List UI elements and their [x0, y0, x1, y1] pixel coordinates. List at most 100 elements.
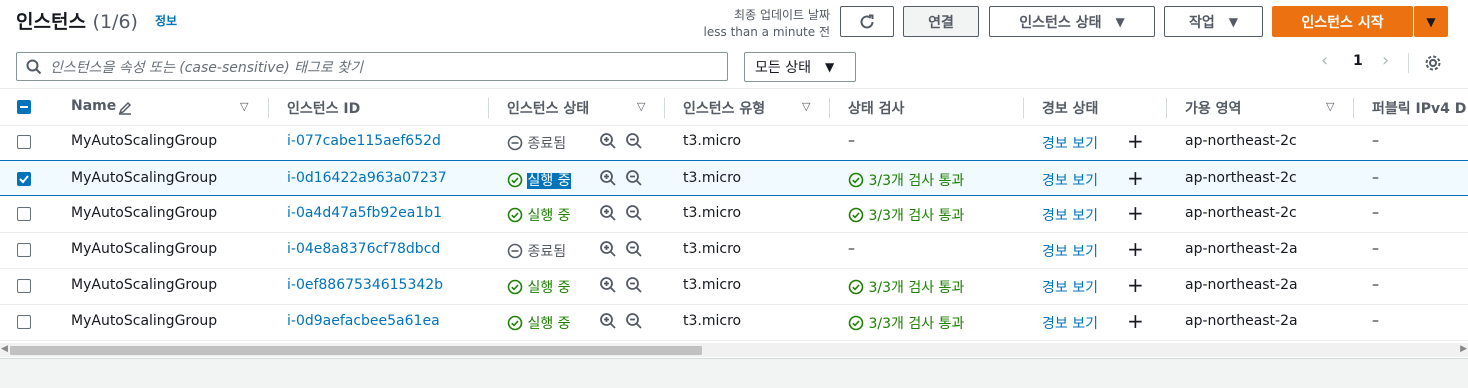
zoom-out-icon[interactable] [625, 132, 643, 150]
col-instance-state[interactable]: 인스턴스 상태 [507, 98, 589, 118]
instance-id-link[interactable]: i-077cabe115aef652d [287, 133, 441, 149]
cell-type: t3.micro [683, 277, 742, 293]
cell-state: 종료됨 [507, 133, 566, 153]
check-circle-icon [507, 207, 523, 223]
table-row[interactable]: MyAutoScalingGroup i-0ef8867534615342b 실… [0, 268, 1468, 305]
minus-circle-icon [507, 135, 523, 151]
sort-icon[interactable]: ▽ [637, 100, 645, 113]
instance-state-button[interactable]: 인스턴스 상태 ▼ [989, 6, 1155, 37]
prev-page-button[interactable]: ‹ [1321, 50, 1328, 71]
col-status-check[interactable]: 상태 검사 [848, 98, 904, 118]
view-alarms-link[interactable]: 경보 보기 [1042, 277, 1098, 297]
scroll-right-icon[interactable]: ▶ [1460, 344, 1467, 354]
select-all-checkbox[interactable] [17, 100, 31, 114]
cell-status-check: – [848, 241, 855, 257]
col-instance-type[interactable]: 인스턴스 유형 [683, 98, 765, 118]
sort-icon[interactable]: ▽ [240, 100, 248, 113]
col-alarm-status[interactable]: 경보 상태 [1042, 98, 1098, 118]
view-alarms-link[interactable]: 경보 보기 [1042, 241, 1098, 261]
caret-down-icon: ▼ [1228, 14, 1238, 29]
instance-id-link[interactable]: i-0d16422a963a07237 [287, 170, 447, 186]
row-checkbox[interactable] [17, 135, 31, 149]
search-placeholder: 인스턴스을 속성 또는 (case-sensitive) 태그로 찾기 [50, 59, 363, 76]
cell-name: MyAutoScalingGroup [71, 205, 218, 221]
plus-icon[interactable]: + [1127, 166, 1144, 190]
scrollbar-thumb[interactable] [10, 346, 702, 355]
zoom-out-icon[interactable] [625, 312, 643, 330]
zoom-in-icon[interactable] [599, 169, 617, 187]
launch-instances-button[interactable]: 인스턴스 시작 [1272, 6, 1413, 37]
row-checkbox[interactable] [17, 279, 31, 293]
refresh-button[interactable] [840, 6, 894, 37]
instance-id-link[interactable]: i-04e8a8376cf78dbcd [287, 241, 440, 257]
search-input[interactable]: 인스턴스을 속성 또는 (case-sensitive) 태그로 찾기 [16, 52, 728, 81]
col-instance-id[interactable]: 인스턴스 ID [287, 98, 360, 118]
instance-id-link[interactable]: i-0d9aefacbee5a61ea [287, 313, 440, 329]
row-checkbox[interactable] [17, 243, 31, 257]
zoom-out-icon[interactable] [625, 276, 643, 294]
table-row[interactable]: MyAutoScalingGroup i-0d16422a963a07237 실… [0, 160, 1468, 196]
next-page-button[interactable]: › [1382, 50, 1389, 71]
sort-icon[interactable]: ▽ [802, 100, 810, 113]
scroll-left-icon[interactable]: ◀ [1, 344, 8, 354]
zoom-in-icon[interactable] [599, 312, 617, 330]
cell-public-ip: – [1372, 313, 1379, 329]
zoom-out-icon[interactable] [625, 204, 643, 222]
page-title: 인스턴스 (1/6) [16, 7, 138, 34]
plus-icon[interactable]: + [1127, 309, 1144, 333]
info-link[interactable]: 정보 [155, 12, 177, 29]
pencil-icon [118, 101, 132, 115]
view-alarms-link[interactable]: 경보 보기 [1042, 205, 1098, 225]
instance-id-link[interactable]: i-0ef8867534615342b [287, 277, 443, 293]
connect-button[interactable]: 연결 [903, 6, 979, 37]
check-circle-icon [848, 172, 864, 188]
horizontal-scrollbar[interactable]: ◀ ▶ [0, 343, 1468, 357]
cell-az: ap-northeast-2c [1185, 133, 1297, 149]
zoom-in-icon[interactable] [599, 240, 617, 258]
check-circle-icon [507, 315, 523, 331]
cell-type: t3.micro [683, 241, 742, 257]
col-availability-zone[interactable]: 가용 영역 [1185, 98, 1241, 118]
last-updated-label: 최종 업데이트 날짜 [734, 8, 830, 22]
state-text: 실행 중 [527, 280, 571, 296]
row-checkbox[interactable] [17, 207, 31, 221]
sort-icon[interactable]: ▽ [1326, 100, 1334, 113]
zoom-out-icon[interactable] [625, 169, 643, 187]
caret-down-icon: ▼ [1115, 14, 1125, 29]
view-alarms-link[interactable]: 경보 보기 [1042, 170, 1098, 190]
col-name[interactable]: Name [71, 98, 116, 114]
cell-name: MyAutoScalingGroup [71, 133, 218, 149]
check-icon [19, 175, 29, 184]
state-filter-select[interactable]: 모든 상태 ▼ [744, 52, 856, 82]
column-divider [268, 98, 269, 118]
table-row[interactable]: MyAutoScalingGroup i-04e8a8376cf78dbcd 종… [0, 232, 1468, 269]
row-checkbox[interactable] [17, 315, 31, 329]
view-alarms-link[interactable]: 경보 보기 [1042, 313, 1098, 333]
page-header: 인스턴스 (1/6) 정보 최종 업데이트 날짜 less than a min… [0, 0, 1468, 88]
cell-public-ip: – [1372, 170, 1379, 186]
plus-icon[interactable]: + [1127, 129, 1144, 153]
plus-icon[interactable]: + [1127, 201, 1144, 225]
instance-id-link[interactable]: i-0a4d47a5fb92ea1b1 [287, 205, 442, 221]
column-divider [488, 98, 489, 118]
state-text: 실행 중 [527, 173, 571, 189]
cell-status-check: 3/3개 검사 통과 [848, 313, 964, 333]
launch-label: 인스턴스 시작 [1301, 14, 1384, 31]
page-number[interactable]: 1 [1353, 53, 1363, 69]
table-row[interactable]: MyAutoScalingGroup i-0a4d47a5fb92ea1b1 실… [0, 196, 1468, 233]
launch-dropdown-button[interactable]: ▼ [1414, 6, 1448, 37]
gear-icon[interactable] [1424, 54, 1442, 72]
col-public-ipv4-dns[interactable]: 퍼블릭 IPv4 D [1372, 98, 1466, 118]
row-checkbox[interactable] [17, 172, 31, 186]
plus-icon[interactable]: + [1127, 237, 1144, 261]
table-row[interactable]: MyAutoScalingGroup i-077cabe115aef652d 종… [0, 124, 1468, 161]
zoom-in-icon[interactable] [599, 276, 617, 294]
zoom-in-icon[interactable] [599, 132, 617, 150]
cell-state: 실행 중 [507, 313, 571, 333]
table-row[interactable]: MyAutoScalingGroup i-0d9aefacbee5a61ea 실… [0, 304, 1468, 341]
zoom-out-icon[interactable] [625, 240, 643, 258]
plus-icon[interactable]: + [1127, 273, 1144, 297]
zoom-in-icon[interactable] [599, 204, 617, 222]
view-alarms-link[interactable]: 경보 보기 [1042, 133, 1098, 153]
actions-button[interactable]: 작업 ▼ [1164, 6, 1263, 37]
